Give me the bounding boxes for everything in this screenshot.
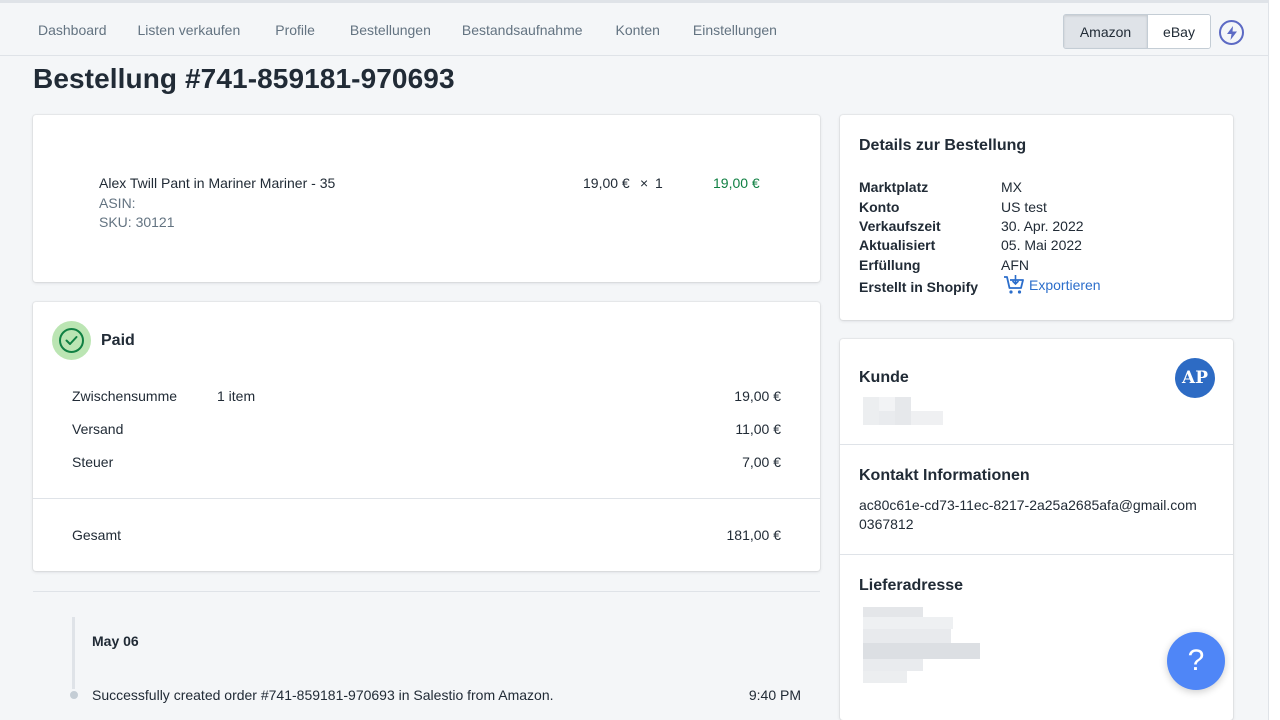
- tax-label: Steuer: [72, 454, 114, 470]
- product-asin: ASIN:: [99, 195, 136, 211]
- nav-bestellungen[interactable]: Bestellungen: [350, 22, 431, 38]
- contact-heading: Kontakt Informationen: [859, 467, 1030, 484]
- payment-card: Paid Zwischensumme 1 item 19,00 € Versan…: [33, 302, 820, 571]
- detail-label-updated: Aktualisiert: [859, 237, 936, 253]
- order-details-card: Details zur Bestellung Marktplatz MX Kon…: [840, 115, 1233, 320]
- help-button[interactable]: ?: [1167, 632, 1225, 690]
- top-navigation-bar: Dashboard Listen verkaufen Profile Beste…: [0, 0, 1268, 56]
- order-timeline: May 06 Successfully created order #741-8…: [33, 591, 820, 720]
- total-amount: 181,00 €: [726, 527, 782, 543]
- marketplace-toggle: Amazon eBay: [1063, 14, 1211, 49]
- times-sign: ×: [640, 175, 649, 191]
- lightning-bolt-icon[interactable]: [1219, 20, 1244, 45]
- subtotal-detail: 1 item: [217, 388, 256, 404]
- shipping-label: Versand: [72, 421, 124, 437]
- detail-label-sale-time: Verkaufszeit: [859, 218, 941, 234]
- divider: [33, 498, 820, 499]
- detail-label-shopify: Erstellt in Shopify: [859, 279, 979, 295]
- contact-phone: 0367812: [859, 516, 914, 532]
- shipping-address-redacted: [863, 607, 983, 683]
- divider: [840, 444, 1233, 445]
- timeline-dot: [68, 689, 80, 701]
- divider: [840, 554, 1233, 555]
- detail-value-account: US test: [1001, 199, 1047, 215]
- detail-label-marketplace: Marktplatz: [859, 179, 929, 195]
- nav-profile[interactable]: Profile: [275, 22, 315, 38]
- shipping-address-heading: Lieferadresse: [859, 577, 964, 594]
- order-details-heading: Details zur Bestellung: [859, 137, 1027, 154]
- paid-check-icon: [52, 321, 91, 360]
- nav-dashboard[interactable]: Dashboard: [38, 22, 107, 38]
- line-item-card: Alex Twill Pant in Mariner Mariner - 35 …: [33, 115, 820, 282]
- payment-status: Paid: [101, 332, 135, 349]
- nav-listen-verkaufen[interactable]: Listen verkaufen: [138, 22, 241, 38]
- shipping-amount: 11,00 €: [735, 421, 781, 437]
- export-label: Exportieren: [1029, 277, 1101, 293]
- timeline-time: 9:40 PM: [748, 687, 801, 703]
- line-total: 19,00 €: [713, 175, 760, 191]
- timeline-event: Successfully created order #741-859181-9…: [92, 687, 554, 703]
- cart-download-icon: [1003, 274, 1025, 296]
- detail-value-fulfillment: AFN: [1001, 257, 1029, 273]
- product-title[interactable]: Alex Twill Pant in Mariner Mariner - 35: [99, 175, 335, 191]
- quantity: 1: [655, 175, 663, 191]
- export-link[interactable]: Exportieren: [1003, 274, 1101, 296]
- total-label: Gesamt: [72, 527, 122, 543]
- window-edge: [1268, 0, 1280, 720]
- nav-bestandsaufnahme[interactable]: Bestandsaufnahme: [462, 22, 583, 38]
- amazon-tab[interactable]: Amazon: [1064, 15, 1148, 48]
- contact-email[interactable]: ac80c61e-cd73-11ec-8217-2a25a2685afa@gma…: [859, 497, 1197, 513]
- tax-amount: 7,00 €: [742, 454, 781, 470]
- detail-value-updated: 05. Mai 2022: [1001, 237, 1082, 253]
- detail-label-account: Konto: [859, 199, 900, 215]
- nav-einstellungen[interactable]: Einstellungen: [693, 22, 777, 38]
- page-title: Bestellung #741-859181-970693: [33, 63, 455, 94]
- unit-price: 19,00 €: [583, 175, 630, 191]
- main-nav: Dashboard Listen verkaufen Profile Beste…: [38, 22, 777, 38]
- ebay-tab[interactable]: eBay: [1148, 15, 1210, 48]
- customer-heading: Kunde: [859, 369, 909, 386]
- timeline-date: May 06: [92, 633, 139, 649]
- detail-label-fulfillment: Erfüllung: [859, 257, 921, 273]
- product-sku: SKU: 30121: [99, 214, 175, 230]
- detail-value-sale-time: 30. Apr. 2022: [1001, 218, 1084, 234]
- detail-value-marketplace: MX: [1001, 179, 1022, 195]
- nav-konten[interactable]: Konten: [616, 22, 660, 38]
- subtotal-label: Zwischensumme: [72, 388, 178, 404]
- timeline-line: [72, 617, 75, 689]
- customer-name-redacted: [863, 397, 943, 425]
- subtotal-amount: 19,00 €: [734, 388, 781, 404]
- customer-avatar: AP: [1175, 358, 1215, 398]
